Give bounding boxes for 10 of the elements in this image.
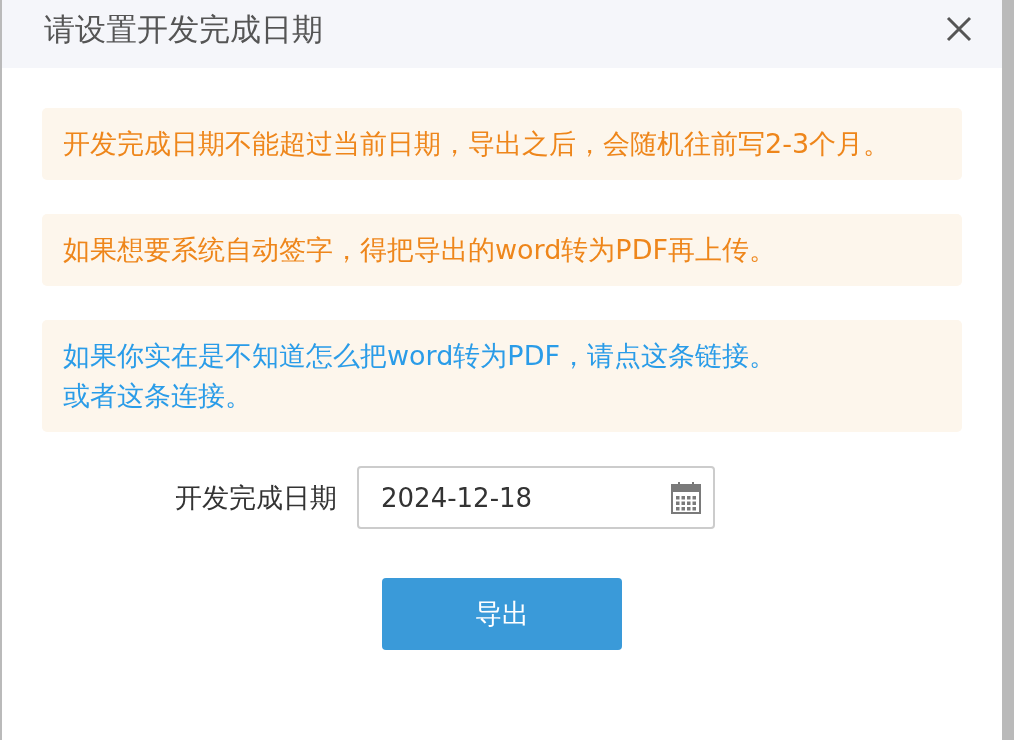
calendar-icon[interactable] bbox=[671, 481, 701, 514]
date-field[interactable]: 2024-12-18 bbox=[357, 466, 715, 529]
close-icon bbox=[946, 16, 972, 42]
field-label: 开发完成日期 bbox=[175, 480, 337, 515]
dialog-title: 请设置开发完成日期 bbox=[44, 10, 323, 49]
notice-text: 如果你实在是不知道怎么把word转为PDF，请点这条链接。 bbox=[63, 339, 776, 373]
notice-text: 或者这条连接。 bbox=[63, 379, 252, 413]
notice-text: 开发完成日期不能超过当前日期，导出之后，会随机往前写2-3个月。 bbox=[63, 127, 891, 161]
notice-text: 如果想要系统自动签字，得把导出的word转为PDF再上传。 bbox=[63, 233, 776, 267]
close-button[interactable] bbox=[946, 16, 972, 42]
